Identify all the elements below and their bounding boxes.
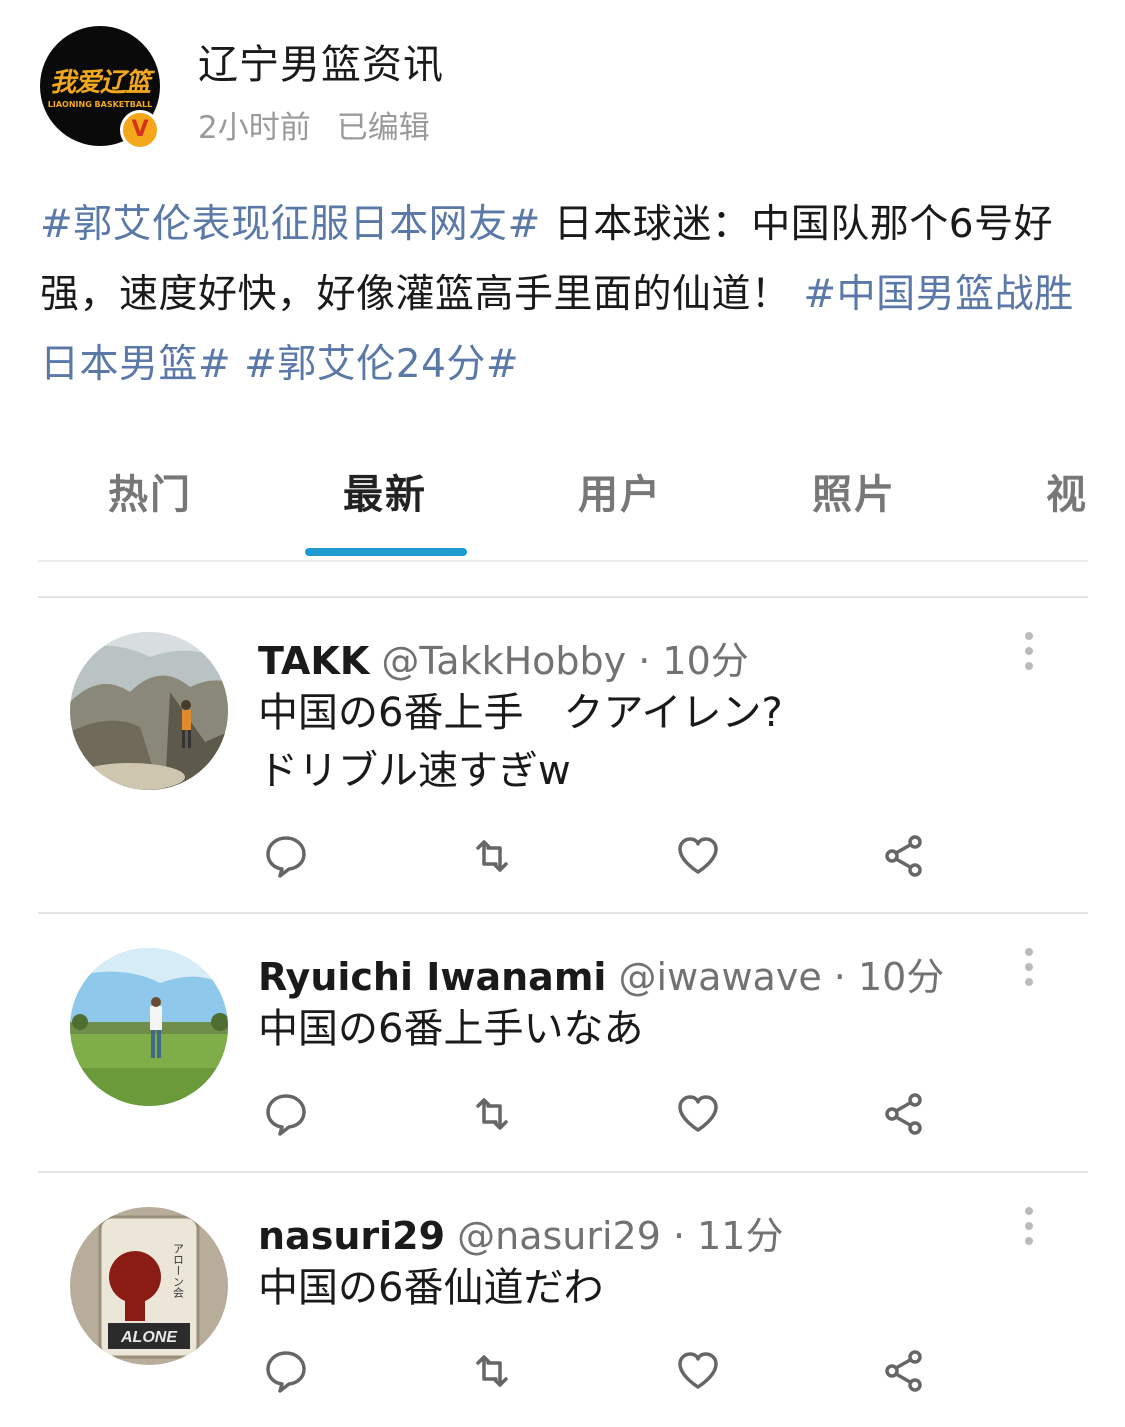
avatar[interactable]: ALONE アローン会 — [70, 1207, 228, 1365]
tab-photos[interactable]: 照片 — [812, 462, 896, 520]
share-icon[interactable] — [880, 1347, 928, 1395]
divider — [38, 912, 1088, 914]
tab-hot[interactable]: 热门 — [108, 462, 192, 520]
post-time: 2小时前 — [198, 110, 311, 146]
user-handle-time: @nasuri29 · 11分 — [457, 1214, 784, 1258]
reply-icon[interactable] — [262, 832, 310, 880]
grass-field-person-photo — [70, 948, 228, 1106]
logo-text: 我爱辽篮 — [49, 68, 151, 98]
edited-label: 已编辑 — [336, 110, 430, 146]
user-name[interactable]: TAKK — [258, 639, 369, 683]
tab-videos[interactable]: 视 — [1046, 462, 1088, 520]
like-icon[interactable] — [674, 1090, 722, 1138]
user-name[interactable]: nasuri29 — [258, 1214, 445, 1258]
divider — [38, 596, 1088, 598]
divider — [38, 1171, 1088, 1173]
hashtag-link[interactable]: #郭艾伦表现征服日本网友# — [40, 202, 541, 247]
verified-badge-icon: V — [120, 110, 160, 150]
tweet-header: Ryuichi Iwanami @iwawave · 10分 — [258, 946, 944, 1001]
tab-latest[interactable]: 最新 — [343, 462, 427, 520]
avatar-logo-text: ALONE — [120, 1329, 178, 1346]
hashtag-link[interactable]: #郭艾伦24分# — [244, 342, 519, 387]
more-options-icon[interactable] — [1025, 948, 1033, 993]
tweet-actions — [258, 832, 978, 882]
retweet-icon[interactable] — [468, 1347, 516, 1395]
tweet-card[interactable]: Ryuichi Iwanami @iwawave · 10分 中国の6番上手いな… — [38, 916, 1088, 1166]
tweet-card[interactable]: TAKK @TakkHobby · 10分 中国の6番上手 クアイレン? ドリブ… — [38, 600, 1088, 910]
user-name[interactable]: Ryuichi Iwanami — [258, 955, 606, 999]
tweet-text: 中国の6番仙道だわ — [258, 1265, 604, 1311]
avatar-vertical-text: アローン会 — [172, 1243, 185, 1298]
active-tab-indicator — [305, 548, 467, 556]
account-name[interactable]: 辽宁男篮资讯 — [198, 32, 444, 90]
user-handle-time: @iwawave · 10分 — [618, 955, 945, 999]
tweet-card[interactable]: ALONE アローン会 nasuri29 @nasuri29 · 11分 中国の… — [38, 1175, 1088, 1427]
like-icon[interactable] — [674, 1347, 722, 1395]
post-meta: 2小时前 已编辑 — [198, 102, 430, 147]
like-icon[interactable] — [674, 832, 722, 880]
tab-users[interactable]: 用户 — [578, 462, 662, 520]
share-icon[interactable] — [880, 1090, 928, 1138]
mountain-hiker-photo — [70, 632, 228, 790]
tweet-text: 中国の6番上手 クアイレン? ドリブル速すぎw — [258, 690, 783, 794]
share-icon[interactable] — [880, 832, 928, 880]
retweet-icon[interactable] — [468, 1090, 516, 1138]
tweet-header: nasuri29 @nasuri29 · 11分 — [258, 1205, 784, 1260]
avatar[interactable] — [70, 632, 228, 790]
user-handle-time: @TakkHobby · 10分 — [381, 639, 749, 683]
logo-subtext: LIAONING BASKETBALL — [47, 100, 153, 109]
retweet-icon[interactable] — [468, 832, 516, 880]
screenshot-tabs: 热门 最新 用户 照片 视 — [0, 462, 1125, 522]
reply-icon[interactable] — [262, 1090, 310, 1138]
tweet-header: TAKK @TakkHobby · 10分 — [258, 630, 749, 685]
more-options-icon[interactable] — [1025, 632, 1033, 677]
tabs-divider — [38, 560, 1088, 562]
tweet-text: 中国の6番上手いなあ — [258, 1006, 644, 1052]
tweet-actions — [258, 1090, 978, 1140]
afro-figure-tag-photo: ALONE アローン会 — [70, 1207, 228, 1365]
post-spacer — [231, 342, 244, 387]
tweet-actions — [258, 1347, 978, 1397]
reply-icon[interactable] — [262, 1347, 310, 1395]
avatar[interactable] — [70, 948, 228, 1106]
post-text: #郭艾伦表现征服日本网友# 日本球迷：中国队那个6号好强，速度好快，好像灌篮高手… — [40, 190, 1090, 400]
more-options-icon[interactable] — [1025, 1207, 1033, 1252]
